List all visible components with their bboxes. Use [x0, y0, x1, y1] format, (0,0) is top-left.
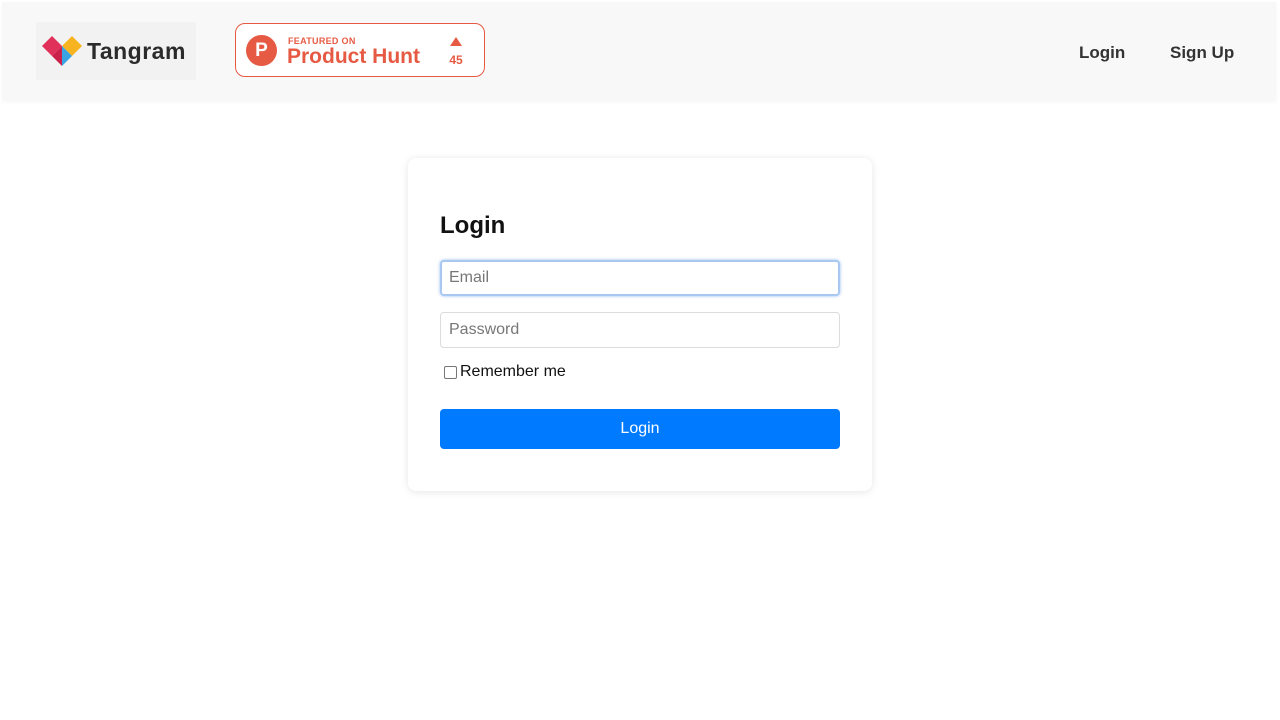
- remember-me-label: Remember me: [460, 363, 566, 380]
- product-hunt-icon: P: [246, 35, 277, 66]
- email-input[interactable]: [440, 260, 840, 296]
- nav-login-link[interactable]: Login: [1079, 43, 1125, 63]
- remember-me-checkbox[interactable]: [444, 366, 457, 379]
- login-card: Login Remember me Login: [408, 158, 872, 491]
- login-submit-button[interactable]: Login: [440, 409, 840, 449]
- login-title: Login: [440, 212, 506, 239]
- product-hunt-name: Product Hunt: [287, 45, 420, 68]
- nav-signup-link[interactable]: Sign Up: [1170, 43, 1234, 63]
- upvote-arrow-icon: [450, 37, 462, 46]
- logo-text: Tangram: [87, 38, 186, 64]
- tangram-logo-icon: [42, 36, 82, 66]
- top-header: Tangram P FEATURED ON Product Hunt 45 Lo…: [2, 2, 1276, 100]
- product-hunt-badge[interactable]: P FEATURED ON Product Hunt 45: [235, 23, 485, 77]
- upvote-count: 45: [449, 53, 463, 67]
- remember-me[interactable]: Remember me: [444, 363, 566, 381]
- tangram-logo[interactable]: Tangram: [36, 22, 196, 80]
- page: Tangram P FEATURED ON Product Hunt 45 Lo…: [0, 0, 1280, 720]
- password-input[interactable]: [440, 312, 840, 348]
